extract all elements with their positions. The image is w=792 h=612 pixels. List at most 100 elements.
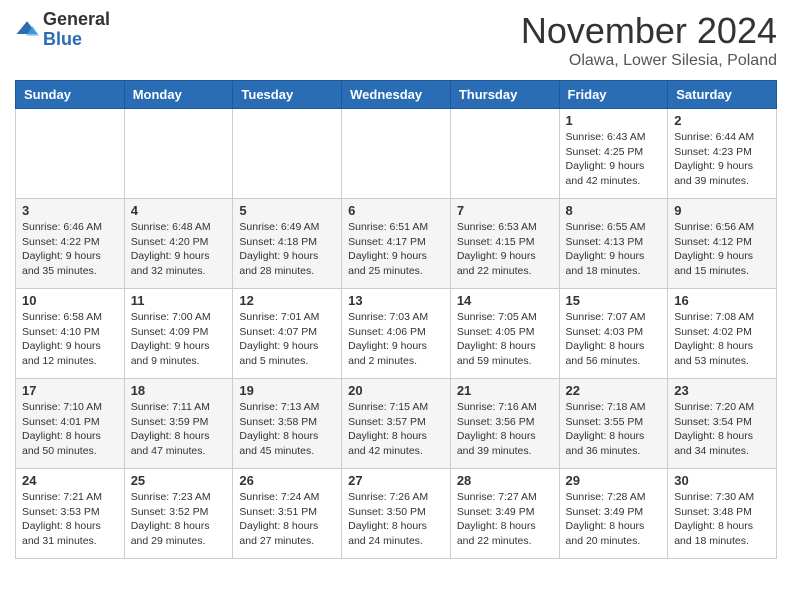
calendar-cell — [450, 109, 559, 199]
day-number: 23 — [674, 383, 770, 398]
day-number: 2 — [674, 113, 770, 128]
day-number: 9 — [674, 203, 770, 218]
calendar-cell: 22Sunrise: 7:18 AM Sunset: 3:55 PM Dayli… — [559, 379, 668, 469]
calendar-cell: 3 Sunrise: 6:46 AM Sunset: 4:22 PM Daylig… — [16, 199, 125, 289]
day-info: Sunrise: 7:13 AM Sunset: 3:58 PM Dayligh… — [239, 400, 335, 459]
day-info: Sunrise: 7:05 AM Sunset: 4:05 PM Dayligh… — [457, 310, 553, 369]
day-number: 29 — [566, 473, 662, 488]
calendar-cell: 24 Sunrise: 7:21 AM Sunset: 3:53 PM Dayli… — [16, 469, 125, 559]
calendar-cell: 13 Sunrise: 7:03 AM Sunset: 4:06 PM Dayli… — [342, 289, 451, 379]
calendar-cell: 7 Sunrise: 6:53 AM Sunset: 4:15 PM Daylig… — [450, 199, 559, 289]
day-info: Sunrise: 6:55 AM Sunset: 4:13 PM Dayligh… — [566, 220, 662, 279]
calendar-cell — [342, 109, 451, 199]
day-number: 24 — [22, 473, 118, 488]
calendar-cell: 16Sunrise: 7:08 AM Sunset: 4:02 PM Dayli… — [668, 289, 777, 379]
weekday-header-sunday: Sunday — [16, 81, 125, 109]
day-number: 13 — [348, 293, 444, 308]
day-info: Sunrise: 6:48 AM Sunset: 4:20 PM Dayligh… — [131, 220, 227, 279]
calendar-cell — [124, 109, 233, 199]
day-number: 17 — [22, 383, 118, 398]
day-number: 8 — [566, 203, 662, 218]
calendar-cell: 2 Sunrise: 6:44 AM Sunset: 4:23 PM Daylig… — [668, 109, 777, 199]
day-number: 27 — [348, 473, 444, 488]
day-info: Sunrise: 6:44 AM Sunset: 4:23 PM Dayligh… — [674, 130, 770, 189]
day-info: Sunrise: 7:26 AM Sunset: 3:50 PM Dayligh… — [348, 490, 444, 549]
day-info: Sunrise: 6:43 AM Sunset: 4:25 PM Dayligh… — [566, 130, 662, 189]
calendar-cell: 29 Sunrise: 7:28 AM Sunset: 3:49 PM Dayli… — [559, 469, 668, 559]
day-info: Sunrise: 7:20 AM Sunset: 3:54 PM Dayligh… — [674, 400, 770, 459]
calendar-cell — [16, 109, 125, 199]
calendar-cell — [233, 109, 342, 199]
calendar-cell: 8 Sunrise: 6:55 AM Sunset: 4:13 PM Daylig… — [559, 199, 668, 289]
day-info: Sunrise: 7:10 AM Sunset: 4:01 PM Dayligh… — [22, 400, 118, 459]
calendar-cell: 10 Sunrise: 6:58 AM Sunset: 4:10 PM Dayli… — [16, 289, 125, 379]
weekday-header-friday: Friday — [559, 81, 668, 109]
day-info: Sunrise: 7:07 AM Sunset: 4:03 PM Dayligh… — [566, 310, 662, 369]
calendar-cell: 17 Sunrise: 7:10 AM Sunset: 4:01 PM Dayli… — [16, 379, 125, 469]
day-info: Sunrise: 6:49 AM Sunset: 4:18 PM Dayligh… — [239, 220, 335, 279]
day-number: 7 — [457, 203, 553, 218]
weekday-header-thursday: Thursday — [450, 81, 559, 109]
weekday-header-saturday: Saturday — [668, 81, 777, 109]
calendar-cell: 20Sunrise: 7:15 AM Sunset: 3:57 PM Dayli… — [342, 379, 451, 469]
calendar-cell: 27 Sunrise: 7:26 AM Sunset: 3:50 PM Dayli… — [342, 469, 451, 559]
day-info: Sunrise: 7:21 AM Sunset: 3:53 PM Dayligh… — [22, 490, 118, 549]
day-info: Sunrise: 7:11 AM Sunset: 3:59 PM Dayligh… — [131, 400, 227, 459]
day-info: Sunrise: 7:01 AM Sunset: 4:07 PM Dayligh… — [239, 310, 335, 369]
calendar-week-row: 1 Sunrise: 6:43 AM Sunset: 4:25 PM Daylig… — [16, 109, 777, 199]
day-number: 5 — [239, 203, 335, 218]
calendar-cell: 18 Sunrise: 7:11 AM Sunset: 3:59 PM Dayli… — [124, 379, 233, 469]
calendar-table: SundayMondayTuesdayWednesdayThursdayFrid… — [15, 80, 777, 559]
day-number: 14 — [457, 293, 553, 308]
day-info: Sunrise: 7:23 AM Sunset: 3:52 PM Dayligh… — [131, 490, 227, 549]
day-number: 12 — [239, 293, 335, 308]
day-number: 15 — [566, 293, 662, 308]
calendar-cell: 19Sunrise: 7:13 AM Sunset: 3:58 PM Dayli… — [233, 379, 342, 469]
day-number: 26 — [239, 473, 335, 488]
day-info: Sunrise: 6:58 AM Sunset: 4:10 PM Dayligh… — [22, 310, 118, 369]
calendar-week-row: 10 Sunrise: 6:58 AM Sunset: 4:10 PM Dayli… — [16, 289, 777, 379]
calendar-cell: 12 Sunrise: 7:01 AM Sunset: 4:07 PM Dayli… — [233, 289, 342, 379]
day-number: 21 — [457, 383, 553, 398]
day-info: Sunrise: 7:15 AM Sunset: 3:57 PM Dayligh… — [348, 400, 444, 459]
calendar-cell: 4 Sunrise: 6:48 AM Sunset: 4:20 PM Daylig… — [124, 199, 233, 289]
location-subtitle: Olawa, Lower Silesia, Poland — [521, 52, 777, 70]
day-number: 30 — [674, 473, 770, 488]
calendar-week-row: 3 Sunrise: 6:46 AM Sunset: 4:22 PM Daylig… — [16, 199, 777, 289]
day-info: Sunrise: 7:00 AM Sunset: 4:09 PM Dayligh… — [131, 310, 227, 369]
calendar-week-row: 24 Sunrise: 7:21 AM Sunset: 3:53 PM Dayli… — [16, 469, 777, 559]
logo-icon — [15, 18, 39, 42]
calendar-cell: 30 Sunrise: 7:30 AM Sunset: 3:48 PM Dayli… — [668, 469, 777, 559]
month-title: November 2024 — [521, 10, 777, 52]
day-number: 18 — [131, 383, 227, 398]
logo-blue-text: Blue — [43, 30, 110, 50]
day-info: Sunrise: 6:53 AM Sunset: 4:15 PM Dayligh… — [457, 220, 553, 279]
calendar-cell: 5 Sunrise: 6:49 AM Sunset: 4:18 PM Daylig… — [233, 199, 342, 289]
calendar-cell: 1 Sunrise: 6:43 AM Sunset: 4:25 PM Daylig… — [559, 109, 668, 199]
calendar-cell: 21 Sunrise: 7:16 AM Sunset: 3:56 PM Dayli… — [450, 379, 559, 469]
calendar-cell: 11Sunrise: 7:00 AM Sunset: 4:09 PM Dayli… — [124, 289, 233, 379]
calendar-cell: 26 Sunrise: 7:24 AM Sunset: 3:51 PM Dayli… — [233, 469, 342, 559]
day-info: Sunrise: 6:51 AM Sunset: 4:17 PM Dayligh… — [348, 220, 444, 279]
day-info: Sunrise: 7:24 AM Sunset: 3:51 PM Dayligh… — [239, 490, 335, 549]
title-area: November 2024 Olawa, Lower Silesia, Pola… — [521, 10, 777, 70]
day-info: Sunrise: 6:56 AM Sunset: 4:12 PM Dayligh… — [674, 220, 770, 279]
day-info: Sunrise: 7:16 AM Sunset: 3:56 PM Dayligh… — [457, 400, 553, 459]
calendar-cell: 15 Sunrise: 7:07 AM Sunset: 4:03 PM Dayli… — [559, 289, 668, 379]
day-number: 4 — [131, 203, 227, 218]
day-info: Sunrise: 6:46 AM Sunset: 4:22 PM Dayligh… — [22, 220, 118, 279]
day-info: Sunrise: 7:28 AM Sunset: 3:49 PM Dayligh… — [566, 490, 662, 549]
logo-general-text: General — [43, 10, 110, 30]
day-number: 3 — [22, 203, 118, 218]
day-number: 10 — [22, 293, 118, 308]
logo: General Blue — [15, 10, 110, 50]
calendar-cell: 25 Sunrise: 7:23 AM Sunset: 3:52 PM Dayli… — [124, 469, 233, 559]
day-info: Sunrise: 7:30 AM Sunset: 3:48 PM Dayligh… — [674, 490, 770, 549]
day-info: Sunrise: 7:03 AM Sunset: 4:06 PM Dayligh… — [348, 310, 444, 369]
day-number: 1 — [566, 113, 662, 128]
day-number: 6 — [348, 203, 444, 218]
calendar-cell: 9 Sunrise: 6:56 AM Sunset: 4:12 PM Daylig… — [668, 199, 777, 289]
calendar-cell: 6 Sunrise: 6:51 AM Sunset: 4:17 PM Daylig… — [342, 199, 451, 289]
day-number: 25 — [131, 473, 227, 488]
calendar-week-row: 17 Sunrise: 7:10 AM Sunset: 4:01 PM Dayli… — [16, 379, 777, 469]
